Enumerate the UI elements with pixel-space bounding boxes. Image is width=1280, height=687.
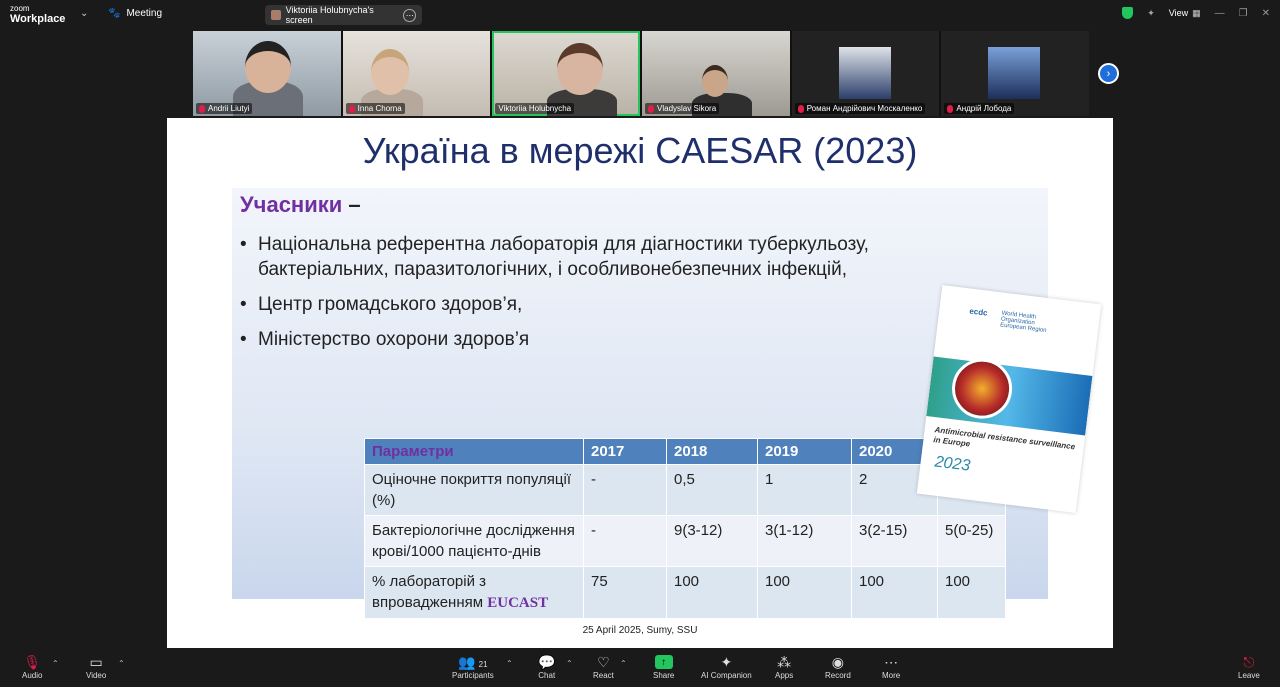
list-item: • Центр громадського здоров’я, <box>240 294 523 315</box>
participant-name: Andrii Liutyi <box>196 103 253 114</box>
more-options-icon[interactable]: ⋯ <box>403 8 416 22</box>
top-bar: zoom Workplace ⌄ 🐾 Meeting Viktoriia Hol… <box>0 0 1280 30</box>
audio-button[interactable]: 🎙 Audio <box>22 653 42 680</box>
video-button[interactable]: ▭ Video <box>86 653 106 680</box>
grid-icon: ▦ <box>1192 7 1201 18</box>
parameters-table: Параметри 2017 2018 2019 2020 2021 Оціно… <box>364 438 1006 619</box>
participant-tile[interactable]: Андрій Лобода <box>941 31 1090 116</box>
participant-tile[interactable]: Inna Chorna <box>342 31 491 116</box>
mic-muted-icon <box>797 104 804 113</box>
chat-options-caret[interactable]: ⌃ <box>566 659 573 668</box>
mic-muted-icon <box>648 104 655 113</box>
chevron-down-icon[interactable]: ⌄ <box>80 8 88 19</box>
participant-name: Vladyslav Sikora <box>645 103 720 114</box>
screen-share-indicator[interactable]: Viktoriia Holubnycha's screen ⋯ <box>265 5 422 25</box>
video-camera-icon: ▭ <box>89 654 103 670</box>
table-row: % лабораторій з впровадженням EUCAST 75 … <box>364 566 1006 619</box>
eucast-label: EUCAST <box>487 595 549 611</box>
shared-slide: Україна в мережі CAESAR (2023) Учасники … <box>167 118 1113 648</box>
participant-name: Viktoriia Holubnycha <box>495 103 575 114</box>
table-row: Оціночне покриття популяції (%) - 0,5 1 … <box>364 464 1006 516</box>
leave-button[interactable]: ⎋ Leave <box>1238 653 1260 680</box>
meeting-toolbar: 🎙 Audio ⌃ ▭ Video ⌃ 👥 21 Participants ⌃ 💬… <box>0 649 1280 687</box>
video-person-head <box>370 49 409 95</box>
participant-photo <box>988 47 1041 99</box>
video-person-head <box>245 41 291 93</box>
participant-strip: Andrii Liutyi Inna Chorna Viktoriia Holu… <box>193 31 1090 116</box>
share-button[interactable]: ↑ Share <box>653 653 674 680</box>
participant-tile[interactable]: Роман Андрійович Москаленко <box>791 31 940 116</box>
react-button[interactable]: ♡ React <box>593 653 614 680</box>
close-icon[interactable]: ✕ <box>1262 8 1270 19</box>
bullet-list: • Національна референтна лабораторія для … <box>240 232 1000 362</box>
restore-icon[interactable]: ❐ <box>1239 8 1248 19</box>
security-shield-icon[interactable] <box>1122 7 1134 19</box>
sparkle-icon[interactable]: ✦ <box>1147 8 1155 19</box>
heart-icon: ♡ <box>597 654 610 670</box>
chat-button[interactable]: 💬 Chat <box>538 653 555 680</box>
zoom-logo: zoom Workplace <box>10 4 66 25</box>
next-page-button[interactable]: › <box>1098 63 1119 84</box>
paw-icon: 🐾 <box>108 8 121 19</box>
participant-tile-active-speaker[interactable]: Viktoriia Holubnycha <box>492 31 641 116</box>
table-row: Бактеріологічне дослідження крові/1000 п… <box>364 515 1006 567</box>
leave-icon: ⎋ <box>1243 654 1255 670</box>
record-button[interactable]: ◉ Record <box>825 653 851 680</box>
cover-year: 2023 <box>933 453 972 475</box>
mic-muted-icon <box>199 104 205 113</box>
presenter-avatar-icon <box>271 10 281 20</box>
members-heading: Учасники – <box>240 192 361 217</box>
mic-muted-icon <box>947 104 954 113</box>
chevron-right-icon: › <box>1106 67 1111 80</box>
chat-icon: 💬 <box>538 654 556 670</box>
more-button[interactable]: ⋯ More <box>882 653 900 680</box>
participant-tile[interactable]: Vladyslav Sikora <box>642 31 790 116</box>
list-item: • Міністерство охорони здоров’я <box>240 329 530 350</box>
react-options-caret[interactable]: ⌃ <box>620 659 627 668</box>
slide-content-box: Учасники – • Національна референтна лабор… <box>232 188 1048 619</box>
participant-tile[interactable]: Andrii Liutyi <box>193 31 341 116</box>
report-cover-image: ecdc World Health Organization European … <box>916 285 1102 513</box>
participants-icon: 👥 21 <box>458 654 488 670</box>
participants-options-caret[interactable]: ⌃ <box>506 659 513 668</box>
participant-photo <box>838 47 891 99</box>
slide-footer: 25 April 2025, Sumy, SSU <box>582 625 698 636</box>
meeting-label: Meeting <box>126 8 163 19</box>
video-person-head <box>702 65 729 97</box>
ai-companion-button[interactable]: ✦ AI Companion <box>701 653 752 680</box>
video-options-caret[interactable]: ⌃ <box>118 659 125 668</box>
view-button[interactable]: View ▦ <box>1169 8 1201 19</box>
list-item: • Національна референтна лабораторія для … <box>240 234 869 280</box>
record-icon: ◉ <box>831 654 844 670</box>
top-right-controls: ✦ View ▦ — ❐ ✕ <box>1122 7 1270 19</box>
video-person-head <box>557 43 604 95</box>
apps-button[interactable]: ⁂ Apps <box>775 653 793 680</box>
mic-muted-icon: 🎙 <box>23 654 42 670</box>
participant-name: Андрій Лобода <box>944 103 1015 114</box>
cover-logos: ecdc World Health Organization European … <box>968 306 1047 335</box>
sparkle-icon: ✦ <box>720 654 733 670</box>
participant-name: Inna Chorna <box>345 103 405 114</box>
mic-muted-icon <box>348 104 355 113</box>
share-label: Viktoriia Holubnycha's screen <box>285 5 374 25</box>
participants-button[interactable]: 👥 21 Participants <box>452 653 494 680</box>
apps-icon: ⁂ <box>777 654 792 670</box>
meeting-menu[interactable]: 🐾 Meeting <box>108 8 162 19</box>
slide-title: Україна в мережі CAESAR (2023) <box>362 130 918 171</box>
more-icon: ⋯ <box>884 654 899 670</box>
share-arrow-icon: ↑ <box>654 655 673 669</box>
audio-options-caret[interactable]: ⌃ <box>52 659 59 668</box>
table-header-row: Параметри 2017 2018 2019 2020 2021 <box>364 438 1006 465</box>
participant-name: Роман Андрійович Москаленко <box>794 103 926 114</box>
minimize-icon[interactable]: — <box>1215 8 1225 19</box>
